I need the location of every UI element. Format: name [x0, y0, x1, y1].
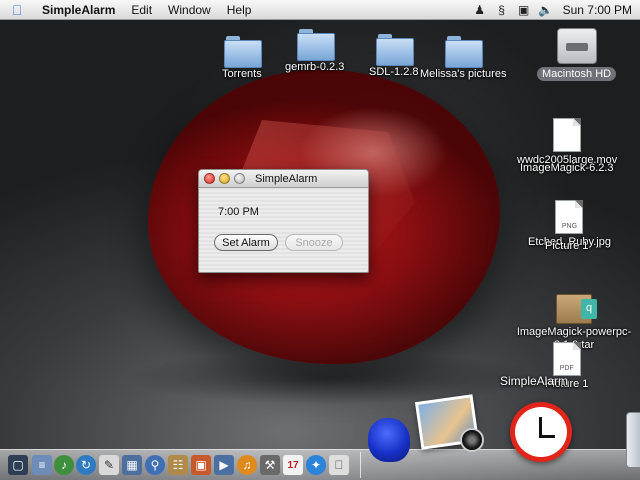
desktop-icon-label: ImageMagick-6.2.3: [520, 162, 614, 174]
pdf-file-icon: PDF: [552, 342, 581, 376]
desktop-icon-label: Macintosh HD: [537, 67, 617, 81]
desktop-icon-label: gemrb-0.2.3: [285, 61, 345, 73]
app-menu[interactable]: SimpleAlarm: [34, 0, 123, 20]
sync-dock-icon[interactable]: ↻: [76, 455, 96, 475]
finder-dock-icon[interactable]: ▢: [8, 455, 28, 475]
window-title: SimpleAlarm: [255, 172, 318, 185]
folder-icon: [375, 32, 414, 66]
search-dock-icon[interactable]: ⚲: [145, 455, 165, 475]
volume-icon[interactable]: 🔈: [535, 0, 557, 20]
user-icon[interactable]: ♟: [469, 0, 491, 20]
alarm-time-label: 7:00 PM: [218, 206, 259, 218]
display-icon[interactable]: ▣: [513, 0, 535, 20]
safari-dock-icon[interactable]: ✦: [306, 455, 326, 475]
archive-icon: [556, 294, 597, 324]
desktop-icon-label: Picture 1: [545, 240, 589, 252]
help-menu[interactable]: Help: [219, 0, 260, 20]
guitar-dock-icon[interactable]: ♫: [237, 455, 257, 475]
simplealarm-window: SimpleAlarm 7:00 PM Set Alarm Snooze: [198, 169, 369, 273]
music-dock-icon[interactable]: ♪: [54, 455, 74, 475]
address-book-dock-icon[interactable]: ☷: [168, 455, 188, 475]
desktop-icon-label: SDL-1.2.8: [369, 66, 419, 78]
close-button[interactable]: [204, 173, 215, 184]
window-titlebar[interactable]: SimpleAlarm: [199, 170, 368, 188]
zoom-button[interactable]: [234, 173, 245, 184]
desktop-folder-imagemagick[interactable]: ImageMagick-6.2.3: [520, 140, 614, 174]
menu-extras: ♟ § ▣ 🔈 Sun 7:00 PM: [469, 0, 640, 20]
png-file-icon: PNG: [555, 200, 584, 234]
snooze-button[interactable]: Snooze: [285, 234, 343, 251]
calendar-dock-icon[interactable]: 17: [283, 455, 303, 475]
set-alarm-button[interactable]: Set Alarm: [214, 234, 278, 251]
camera-lens-icon: [460, 428, 484, 452]
trash-dock-icon[interactable]: [626, 412, 640, 468]
edit-menu[interactable]: Edit: [123, 0, 160, 20]
tools-dock-icon[interactable]: ⚒: [260, 455, 280, 475]
dock-hover-label: SimpleAlarm: [500, 374, 569, 388]
preview-dock-icon[interactable]: ▦: [122, 455, 142, 475]
desktop-file-picture-1[interactable]: Picture 1: [545, 238, 588, 252]
minimize-button[interactable]: [219, 173, 230, 184]
folder-icon: [296, 27, 335, 61]
text-edit-dock-icon[interactable]: ✎: [99, 455, 119, 475]
frog-dock-icon[interactable]: [368, 418, 410, 462]
menubar-clock[interactable]: Sun 7:00 PM: [557, 3, 640, 17]
dock-separator: [360, 452, 361, 478]
apple-menu-icon[interactable]: : [0, 2, 34, 18]
desktop-folder-sdl[interactable]: SDL-1.2.8: [369, 32, 419, 78]
movie-dock-icon[interactable]: ▶: [214, 455, 234, 475]
script-icon[interactable]: §: [491, 0, 513, 20]
apple-dock-icon[interactable]: : [329, 455, 349, 475]
system-dock-icon[interactable]: ≡: [32, 455, 52, 475]
desktop-macintosh-hd[interactable]: Macintosh HD: [537, 28, 617, 81]
desktop-icon-label: Melissa's pictures: [420, 68, 507, 80]
hard-drive-icon: [556, 28, 597, 64]
folder-icon: [445, 34, 484, 68]
photo-dock-icon[interactable]: ▣: [191, 455, 211, 475]
folder-icon: [223, 34, 262, 68]
desktop-folder-melissas-pictures[interactable]: Melissa's pictures: [420, 34, 506, 80]
simplealarm-clock-dock-icon[interactable]: [510, 402, 572, 462]
menu-bar:  SimpleAlarm Edit Window Help ♟ § ▣ 🔈 S…: [0, 0, 640, 20]
desktop-folder-torrents[interactable]: Torrents: [222, 34, 262, 80]
desktop-icon-label: Torrents: [222, 68, 262, 80]
desktop-folder-gemrb[interactable]: gemrb-0.2.3: [285, 27, 344, 73]
window-menu[interactable]: Window: [160, 0, 219, 20]
